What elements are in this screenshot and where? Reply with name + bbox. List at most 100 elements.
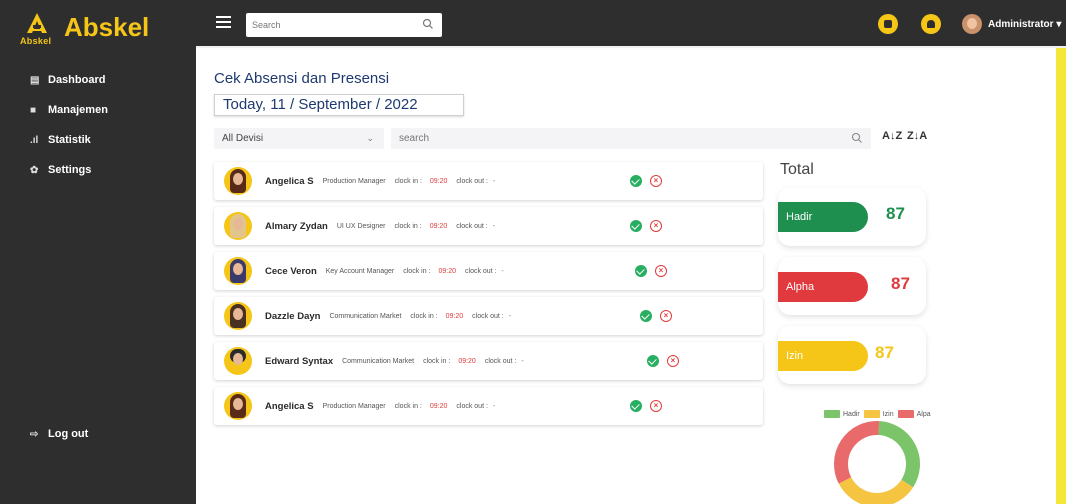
- legend-label: Izin: [882, 410, 894, 418]
- mail-icon[interactable]: [878, 14, 898, 34]
- check-icon[interactable]: [647, 355, 659, 367]
- check-icon[interactable]: [640, 310, 652, 322]
- avatar: [224, 257, 252, 285]
- employee-name: Cece Veron: [265, 265, 317, 277]
- total-label-alpha: Alpha: [778, 272, 868, 302]
- clock-out-label: clock out :: [472, 312, 504, 320]
- logout-button[interactable]: ⇨ Log out: [30, 428, 88, 440]
- clock-out-time: -: [508, 312, 512, 320]
- user-avatar[interactable]: [962, 14, 982, 34]
- clock-in-time: 09:20: [429, 222, 448, 230]
- sidebar-item-settings[interactable]: ✿ Settings: [30, 155, 108, 185]
- reject-icon[interactable]: ×: [650, 400, 662, 412]
- employee-role: Communication Market: [342, 357, 415, 365]
- sidebar-nav: ▤ Dashboard ■ Manajemen .ıl Statistik ✿ …: [30, 65, 108, 185]
- clock-in-label: clock in :: [423, 357, 451, 365]
- clock-in-time: 09:20: [445, 312, 464, 320]
- scroll-edge: [1056, 48, 1066, 504]
- sort-desc-button[interactable]: Z↓A: [907, 130, 927, 142]
- avatar: [224, 302, 252, 330]
- logo-subtext: Abskel: [20, 36, 52, 46]
- total-count-alpha: 87: [891, 274, 910, 293]
- sidebar-item-statistik[interactable]: .ıl Statistik: [30, 125, 108, 155]
- check-icon[interactable]: [635, 265, 647, 277]
- check-icon[interactable]: [630, 220, 642, 232]
- clock-out-time: -: [492, 222, 496, 230]
- sidebar-item-label: Statistik: [48, 134, 91, 146]
- clock-in-time: 09:20: [438, 267, 457, 275]
- reject-icon[interactable]: ×: [650, 220, 662, 232]
- reject-icon[interactable]: ×: [650, 175, 662, 187]
- gear-icon: ✿: [30, 164, 39, 176]
- check-icon[interactable]: [630, 175, 642, 187]
- clock-out-label: clock out :: [456, 177, 488, 185]
- attendance-search-input[interactable]: [391, 128, 831, 149]
- logout-icon: ⇨: [30, 428, 39, 440]
- check-icon[interactable]: [630, 400, 642, 412]
- legend-label: Hadir: [843, 410, 860, 418]
- legend-label: Alpa: [916, 410, 931, 418]
- date-display[interactable]: Today, 11 / September / 2022: [214, 94, 464, 116]
- sidebar-item-dashboard[interactable]: ▤ Dashboard: [30, 65, 108, 95]
- employee-name: Almary Zydan: [265, 220, 328, 232]
- attendance-row[interactable]: Edward Syntax Communication Market clock…: [214, 342, 763, 380]
- donut-slice-izin: [838, 476, 914, 504]
- brand-name: Abskel: [64, 12, 150, 42]
- menu-icon[interactable]: [216, 16, 231, 28]
- attendance-row[interactable]: Angelica S Production Manager clock in :…: [214, 387, 763, 425]
- search-icon[interactable]: [422, 18, 434, 30]
- total-count-izin: 87: [875, 343, 894, 362]
- clock-out-time: -: [492, 402, 496, 410]
- clock-out-time: -: [492, 177, 496, 185]
- top-search-input[interactable]: [246, 13, 406, 37]
- attendance-row[interactable]: Almary Zydan UI UX Designer clock in : 0…: [214, 207, 763, 245]
- avatar: [224, 212, 252, 240]
- reject-icon[interactable]: ×: [660, 310, 672, 322]
- reject-icon[interactable]: ×: [667, 355, 679, 367]
- avatar: [224, 167, 252, 195]
- employee-role: UI UX Designer: [336, 222, 386, 230]
- clock-in-time: 09:20: [429, 177, 448, 185]
- clock-in-label: clock in :: [394, 222, 422, 230]
- clock-out-label: clock out :: [456, 402, 488, 410]
- employee-role: Communication Market: [329, 312, 402, 320]
- total-title: Total: [780, 161, 814, 178]
- search-icon[interactable]: [851, 132, 863, 144]
- devisi-selected: All Devisi: [222, 133, 264, 144]
- clock-in-label: clock in :: [394, 402, 422, 410]
- bell-icon[interactable]: [921, 14, 941, 34]
- sidebar-item-label: Manajemen: [48, 104, 108, 116]
- clock-in-label: clock in :: [410, 312, 438, 320]
- total-label-hadir: Hadir: [778, 202, 868, 232]
- clock-out-time: -: [501, 267, 504, 275]
- dashboard-icon: ▤: [30, 74, 40, 86]
- employee-role: Key Account Manager: [325, 267, 395, 275]
- attendance-row[interactable]: Dazzle Dayn Communication Market clock i…: [214, 297, 763, 335]
- reject-icon[interactable]: ×: [655, 265, 667, 277]
- brand[interactable]: Abskel Abskel: [20, 10, 149, 46]
- clock-in-time: 09:20: [429, 402, 448, 410]
- devisi-select[interactable]: All Devisi ⌄: [214, 128, 384, 149]
- sidebar-item-manajemen[interactable]: ■ Manajemen: [30, 95, 108, 125]
- legend-swatch: [897, 410, 914, 418]
- attendance-search: [391, 128, 871, 149]
- employee-name: Angelica S: [265, 175, 314, 187]
- chart-icon: .ıl: [30, 134, 39, 146]
- total-count-hadir: 87: [886, 204, 905, 223]
- sort-asc-button[interactable]: A↓Z: [882, 130, 902, 142]
- user-menu[interactable]: Administrator ▾: [988, 19, 1061, 30]
- sidebar-item-label: Dashboard: [48, 74, 106, 86]
- attendance-row[interactable]: Angelica S Production Manager clock in :…: [214, 162, 763, 200]
- attendance-row[interactable]: Cece Veron Key Account Manager clock in …: [214, 252, 763, 290]
- main-content: Cek Absensi dan Presensi Today, 11 / Sep…: [196, 48, 1056, 504]
- caret-down-icon: ▾: [1056, 19, 1062, 30]
- clock-out-label: clock out :: [456, 222, 488, 230]
- sidebar: Abskel Abskel ▤ Dashboard ■ Manajemen .ı…: [0, 0, 196, 504]
- avatar: [224, 347, 252, 375]
- total-card-alpha: Alpha 87: [778, 257, 926, 315]
- clock-in-label: clock in :: [403, 267, 431, 275]
- attendance-donut-chart: [834, 421, 920, 504]
- total-card-hadir: Hadir 87: [778, 188, 926, 246]
- clock-out-label: clock out :: [484, 357, 517, 365]
- chevron-down-icon: ⌄: [366, 133, 374, 143]
